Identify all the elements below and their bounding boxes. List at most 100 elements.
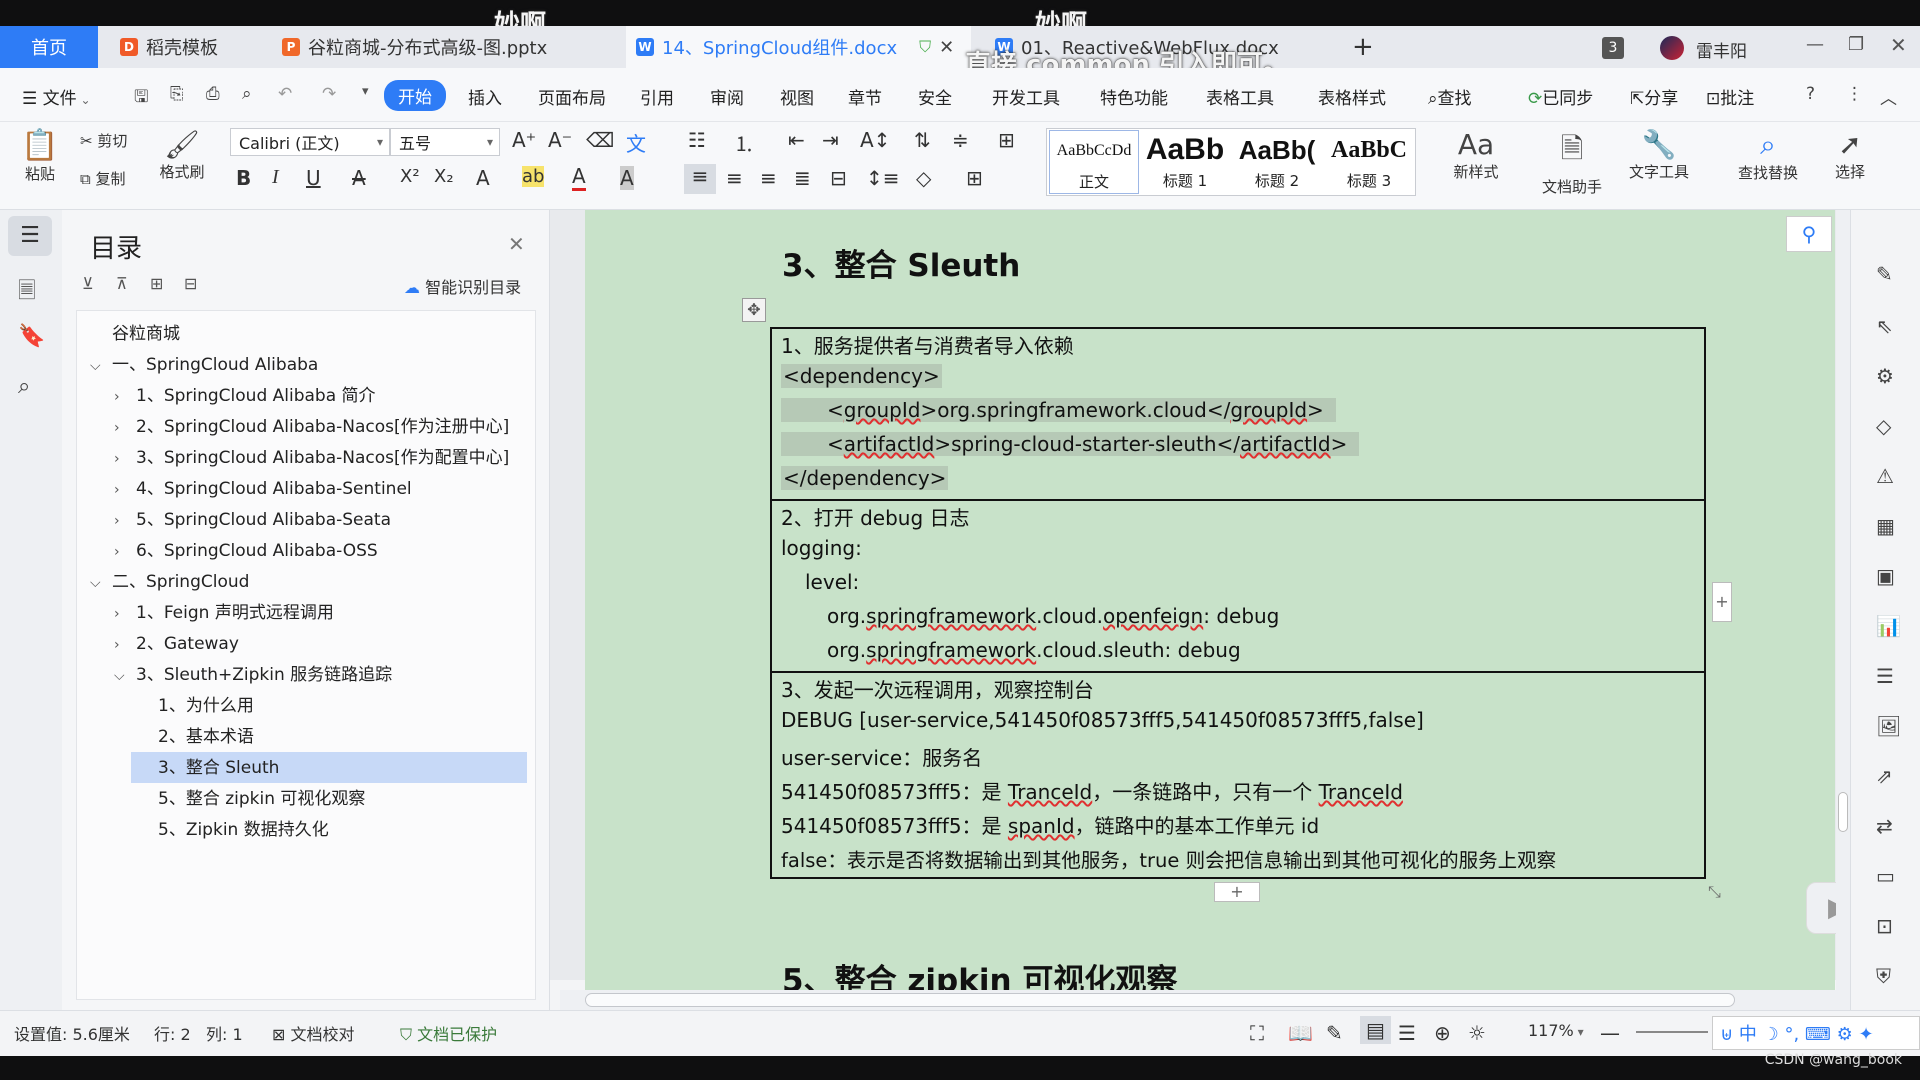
- shapes-icon[interactable]: ◇: [1876, 414, 1891, 438]
- find-replace-button[interactable]: ⌕ 查找替换: [1728, 128, 1808, 183]
- font-effect-icon[interactable]: A: [476, 166, 490, 190]
- style-heading-3[interactable]: AaBbC 标题 3: [1324, 130, 1414, 194]
- toc-item[interactable]: › 2、Gateway: [114, 630, 239, 658]
- text-tools-button[interactable]: 🔧 文字工具: [1620, 128, 1698, 182]
- more-icon[interactable]: ⋮: [1846, 84, 1863, 104]
- bold-icon[interactable]: B: [236, 166, 251, 190]
- chevron-right-icon[interactable]: ›: [114, 631, 136, 659]
- toc-item[interactable]: 5、整合 zipkin 可视化观察: [158, 785, 365, 813]
- fullscreen-icon[interactable]: ⛶: [1250, 1021, 1264, 1045]
- menu-file[interactable]: ☰ 文件 ⌄: [22, 84, 91, 109]
- comment-button[interactable]: ⊡批注: [1706, 84, 1754, 109]
- vertical-scroll-thumb[interactable]: [1838, 792, 1848, 832]
- quick-access-dropdown-icon[interactable]: ▾: [362, 84, 369, 99]
- edit-icon[interactable]: ✎: [1876, 262, 1893, 286]
- add-column-icon[interactable]: +: [1712, 582, 1732, 622]
- chevron-down-icon[interactable]: ⌵: [114, 662, 136, 690]
- underline-icon[interactable]: U: [306, 166, 321, 190]
- eye-care-icon[interactable]: ☼: [1468, 1021, 1486, 1045]
- apps-icon[interactable]: ▣: [1876, 564, 1895, 588]
- zoom-slider[interactable]: [1636, 1031, 1708, 1033]
- menu-search[interactable]: ⌕查找: [1428, 84, 1472, 109]
- collapse-ribbon-icon[interactable]: ︿: [1880, 84, 1897, 109]
- zoom-out-icon[interactable]: —: [1600, 1021, 1620, 1045]
- borders-icon[interactable]: ⊞: [966, 166, 983, 190]
- font-size-select[interactable]: 五号 ▾: [390, 128, 500, 156]
- remove-heading-icon[interactable]: ⊟: [184, 274, 197, 293]
- align-left-icon[interactable]: ≡: [684, 164, 716, 194]
- avatar[interactable]: [1660, 36, 1684, 60]
- find-icon[interactable]: ⌕: [18, 374, 30, 399]
- chevron-right-icon[interactable]: ›: [114, 383, 136, 411]
- shrink-font-icon[interactable]: A⁻: [548, 128, 572, 152]
- chevron-right-icon[interactable]: ›: [114, 507, 136, 535]
- menu-dev-tools[interactable]: 开发工具: [992, 84, 1060, 109]
- pinyin-icon[interactable]: 文: [626, 128, 646, 157]
- tab-docx-active[interactable]: W 14、SpringCloud组件.docx ⛉ ✕: [626, 26, 971, 68]
- print-preview-icon[interactable]: ⌕: [242, 84, 252, 104]
- ime-icons[interactable]: ⊎ 中 ☽ °, ⌨ ⚙ ✦: [1720, 1020, 1874, 1046]
- chart-icon[interactable]: 📊: [1876, 614, 1901, 638]
- picture-icon[interactable]: ⊡: [1876, 914, 1893, 938]
- table-move-handle-icon[interactable]: ✥: [742, 298, 766, 322]
- horizontal-scroll-thumb[interactable]: [585, 993, 1735, 1007]
- toc-item[interactable]: › 2、SpringCloud Alibaba-Nacos[作为注册中心]: [114, 413, 509, 441]
- char-shading-icon[interactable]: A: [620, 166, 634, 190]
- cut-button[interactable]: ✂ 剪切: [80, 130, 127, 151]
- increase-indent-icon[interactable]: ⇥: [822, 128, 839, 152]
- justify-icon[interactable]: ≣: [794, 166, 811, 190]
- menu-special[interactable]: 特色功能: [1100, 84, 1168, 109]
- select-button[interactable]: ➚ 选择: [1822, 128, 1878, 182]
- style-heading-2[interactable]: AaBb(标题 2: [1232, 130, 1322, 194]
- collapse-all-icon[interactable]: ⊼: [116, 274, 128, 293]
- close-window-icon[interactable]: ✕: [1890, 33, 1907, 57]
- new-style-button[interactable]: Aa 新样式: [1446, 128, 1506, 182]
- align-right-icon[interactable]: ≡: [760, 166, 777, 190]
- table-grid-icon[interactable]: ⊞: [998, 128, 1015, 152]
- write-mode-icon[interactable]: ✎: [1326, 1021, 1343, 1045]
- output-icon[interactable]: ⎘: [170, 84, 184, 104]
- add-row-icon[interactable]: +: [1214, 882, 1260, 902]
- restore-icon[interactable]: ❐: [1848, 34, 1864, 55]
- toc-item[interactable]: › 5、SpringCloud Alibaba-Seata: [114, 506, 391, 534]
- outline-view-icon[interactable]: ☰: [1398, 1021, 1416, 1045]
- help-icon[interactable]: ?: [1806, 84, 1815, 104]
- shield-icon[interactable]: ⛨: [1876, 964, 1891, 988]
- redo-icon[interactable]: ↷: [322, 84, 336, 104]
- menu-insert[interactable]: 插入: [468, 84, 502, 109]
- toc-item[interactable]: ⌵ 二、SpringCloud: [90, 568, 249, 596]
- line-spacing-icon[interactable]: ↕≡: [866, 166, 900, 190]
- read-mode-icon[interactable]: 📖: [1288, 1021, 1313, 1045]
- sliders-icon[interactable]: ☰: [1876, 664, 1894, 688]
- image-icon[interactable]: 🖼: [1876, 714, 1901, 738]
- menu-table-tools[interactable]: 表格工具: [1206, 84, 1274, 109]
- close-icon[interactable]: ✕: [508, 232, 525, 256]
- toc-item[interactable]: › 6、SpringCloud Alibaba-OSS: [114, 537, 378, 565]
- sync-status[interactable]: ⟳已同步: [1528, 84, 1593, 109]
- toc-item[interactable]: › 1、Feign 声明式远程调用: [114, 599, 334, 627]
- undo-icon[interactable]: ↶: [278, 84, 292, 104]
- chevron-right-icon[interactable]: ›: [114, 538, 136, 566]
- user-name[interactable]: 雷丰阳: [1696, 37, 1747, 62]
- expand-all-icon[interactable]: ⊻: [82, 274, 94, 293]
- smart-toc-button[interactable]: ☁ 智能识别目录: [404, 274, 521, 298]
- box-icon[interactable]: ▭: [1876, 864, 1895, 888]
- chevron-right-icon[interactable]: ›: [114, 476, 136, 504]
- protected-status[interactable]: ⛉ 文档已保护: [400, 1021, 497, 1045]
- font-name-select[interactable]: Calibri (正文) ▾: [230, 128, 390, 156]
- font-color-icon[interactable]: A: [572, 164, 586, 191]
- print-icon[interactable]: ⎙: [206, 84, 220, 104]
- add-heading-icon[interactable]: ⊞: [150, 274, 163, 293]
- distribute-icon[interactable]: ⊟: [830, 166, 847, 190]
- subscript-icon[interactable]: X₂: [434, 166, 454, 187]
- para-spacing-icon[interactable]: ≑: [952, 128, 969, 152]
- toc-item[interactable]: ⌵ 3、Sleuth+Zipkin 服务链路追踪: [114, 661, 392, 689]
- superscript-icon[interactable]: X²: [400, 166, 420, 187]
- chevron-down-icon[interactable]: ⌵: [90, 569, 112, 597]
- export-icon[interactable]: ⇗: [1876, 764, 1893, 788]
- tab-docer-templates[interactable]: D 稻壳模板: [110, 26, 260, 68]
- style-heading-1[interactable]: AaBb 标题 1: [1140, 130, 1230, 194]
- translate-icon[interactable]: ⇄: [1876, 814, 1893, 838]
- table-icon[interactable]: ▦: [1876, 514, 1895, 538]
- close-tab-icon[interactable]: ✕: [939, 37, 954, 58]
